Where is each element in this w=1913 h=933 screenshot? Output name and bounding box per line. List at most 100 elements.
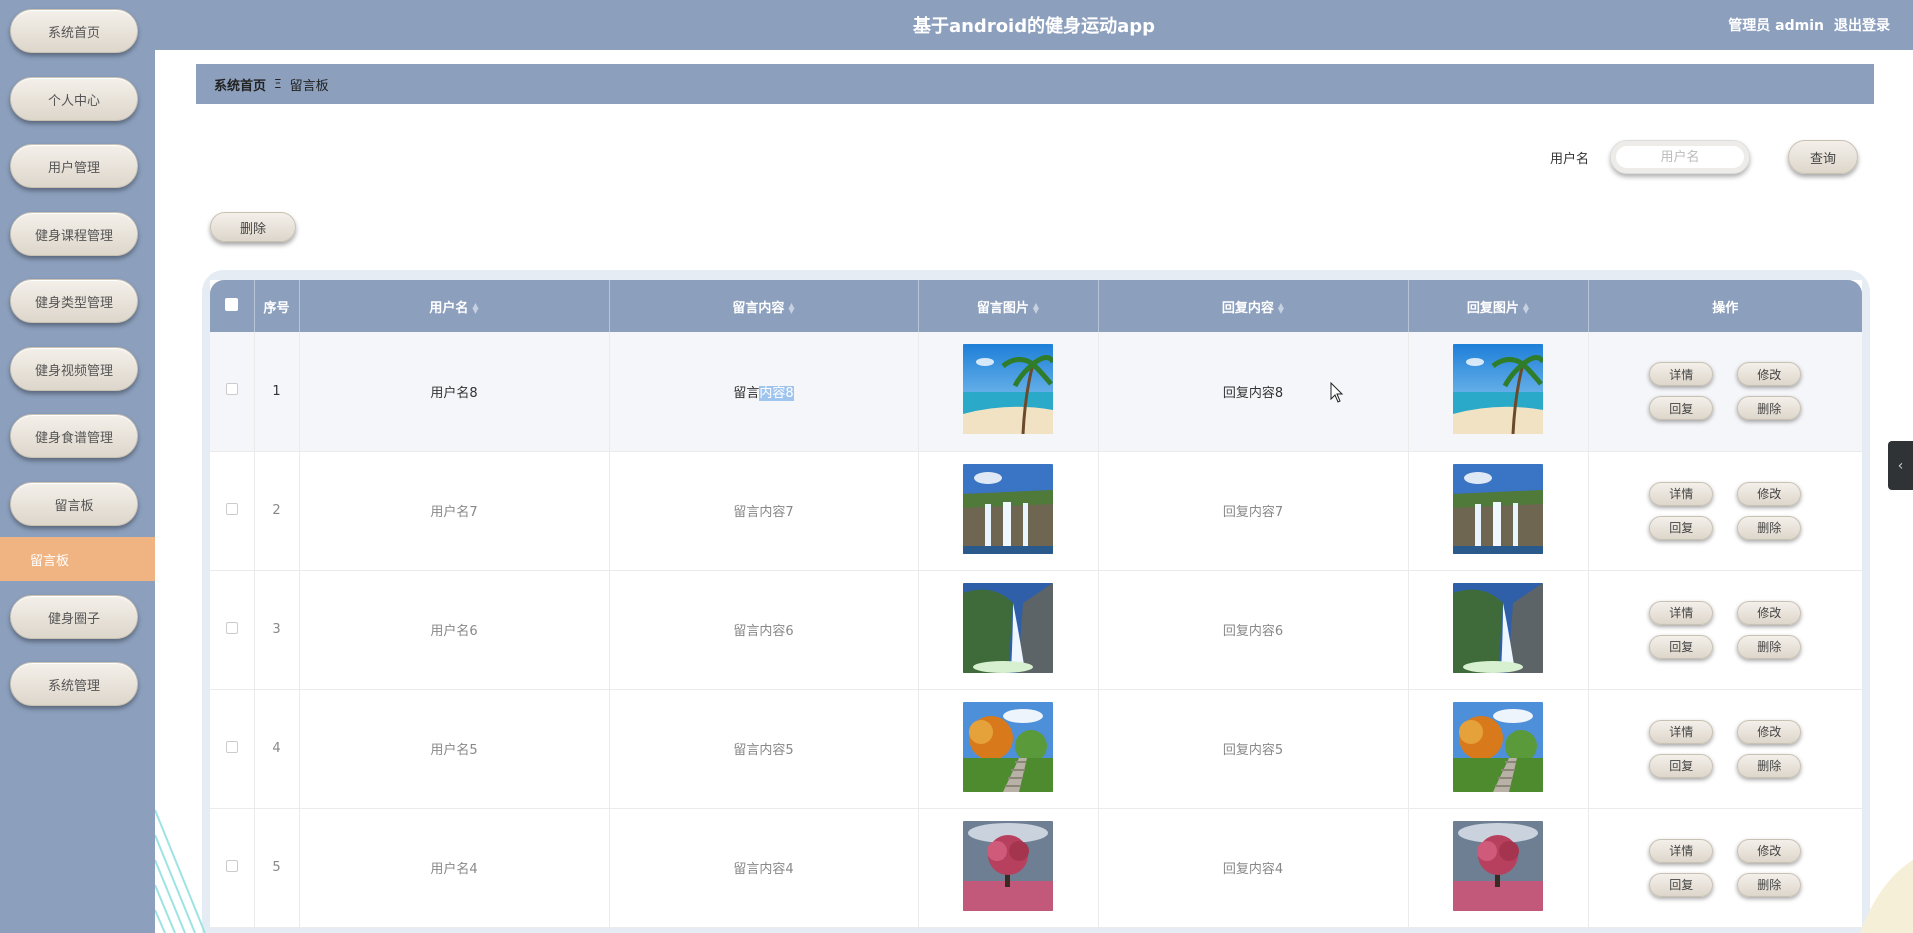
row-select-cell [210, 689, 255, 809]
detail-button[interactable]: 详情 [1649, 838, 1714, 863]
logout-link[interactable]: 退出登录 [1834, 15, 1890, 35]
select-all-checkbox[interactable] [225, 297, 239, 311]
delete-button[interactable]: 删除 [1737, 515, 1802, 540]
row-index: 1 [254, 332, 300, 452]
waterfall-mountain-image[interactable] [963, 582, 1053, 673]
decorative-lines-icon [155, 809, 206, 933]
pink-tree-image[interactable] [963, 820, 1053, 911]
sidebar-subitem-messages-active[interactable]: 留言板 [0, 537, 155, 581]
column-header-reply[interactable]: 回复内容 ▲ ▼ [1098, 280, 1409, 332]
row-message: 留言内容7 [609, 451, 919, 571]
edit-button[interactable]: 修改 [1737, 600, 1802, 625]
sort-icon[interactable]: ▲ ▼ [788, 302, 794, 315]
column-header-message[interactable]: 留言内容 ▲ ▼ [609, 280, 919, 332]
sidebar-item-users[interactable]: 用户管理 [10, 144, 138, 188]
sidebar-item-system[interactable]: 系统管理 [10, 662, 138, 706]
detail-button[interactable]: 详情 [1649, 600, 1714, 625]
table-row: 2 用户名7 留言内容7 回复内容7 详情 修改 回复 删除 [210, 451, 1862, 571]
reply-button[interactable]: 回复 [1649, 515, 1714, 540]
sort-icon[interactable]: ▲ ▼ [1278, 302, 1284, 315]
table-row: 4 用户名5 留言内容5 回复内容5 详情 修改 回复 删除 [210, 689, 1862, 809]
delete-button[interactable]: 删除 [1737, 872, 1802, 897]
query-button[interactable]: 查询 [1788, 140, 1858, 174]
chevron-left-icon[interactable]: ‹ [1888, 441, 1913, 490]
row-reply: 回复内容8 [1098, 332, 1409, 452]
row-reply-image [1408, 451, 1589, 571]
row-message-image [918, 808, 1099, 928]
row-message-image [918, 570, 1099, 690]
app-title: 基于android的健身运动app [912, 16, 1156, 37]
sidebar-item-circles[interactable]: 健身圈子 [10, 595, 138, 639]
edit-button[interactable]: 修改 [1737, 719, 1802, 744]
select-all-header [210, 280, 255, 332]
reply-button[interactable]: 回复 [1649, 634, 1714, 659]
row-checkbox[interactable] [225, 740, 238, 753]
row-checkbox[interactable] [225, 859, 238, 872]
pink-tree-image[interactable] [1453, 820, 1543, 911]
row-checkbox[interactable] [225, 502, 238, 515]
decorative-corner-icon [1860, 860, 1913, 933]
autumn-stairs-image[interactable] [1453, 701, 1543, 792]
sort-icon[interactable]: ▲ ▼ [1523, 302, 1529, 315]
selected-text: 内容8 [759, 385, 794, 401]
edit-button[interactable]: 修改 [1737, 481, 1802, 506]
waterfall-mountain-image[interactable] [1453, 582, 1543, 673]
detail-button[interactable]: 详情 [1649, 362, 1714, 387]
row-message-image [918, 451, 1099, 571]
sidebar-item-profile[interactable]: 个人中心 [10, 77, 138, 121]
waterfall-cliff-image[interactable] [963, 463, 1053, 554]
edit-button[interactable]: 修改 [1737, 838, 1802, 863]
row-select-cell [210, 570, 255, 690]
sidebar-item-types[interactable]: 健身类型管理 [10, 279, 138, 323]
column-header-username[interactable]: 用户名 ▲ ▼ [299, 280, 610, 332]
beach-image[interactable] [963, 344, 1053, 435]
edit-button[interactable]: 修改 [1737, 362, 1802, 387]
row-message: 留言内容5 [609, 689, 919, 809]
sidebar-item-recipes[interactable]: 健身食谱管理 [10, 414, 138, 458]
sidebar-item-home[interactable]: 系统首页 [10, 9, 138, 53]
row-checkbox[interactable] [225, 383, 238, 396]
sidebar-item-videos[interactable]: 健身视频管理 [10, 347, 138, 391]
user-area: 管理员 admin 退出登录 [1728, 15, 1890, 35]
delete-button[interactable]: 删除 [1737, 634, 1802, 659]
row-reply-image [1408, 570, 1589, 690]
bulk-delete-button[interactable]: 删除 [210, 212, 296, 242]
row-index: 3 [254, 570, 300, 690]
row-select-cell [210, 451, 255, 571]
user-name: 管理员 admin [1728, 18, 1824, 34]
row-actions: 详情 修改 回复 删除 [1588, 451, 1862, 571]
reply-button[interactable]: 回复 [1649, 396, 1714, 421]
row-username: 用户名7 [299, 451, 610, 571]
row-username: 用户名8 [299, 332, 610, 452]
breadcrumb-home[interactable]: 系统首页 [214, 75, 266, 94]
row-actions: 详情 修改 回复 删除 [1588, 570, 1862, 690]
row-index: 5 [254, 808, 300, 928]
sort-icon[interactable]: ▲ ▼ [1033, 302, 1039, 315]
column-header-message-image[interactable]: 留言图片 ▲ ▼ [918, 280, 1099, 332]
autumn-stairs-image[interactable] [963, 701, 1053, 792]
reply-button[interactable]: 回复 [1649, 872, 1714, 897]
sidebar-item-courses[interactable]: 健身课程管理 [10, 212, 138, 256]
column-header-index: 序号 [254, 280, 300, 332]
table-row: 3 用户名6 留言内容6 回复内容6 详情 修改 回复 删除 [210, 570, 1862, 690]
row-actions: 详情 修改 回复 删除 [1588, 808, 1862, 928]
row-select-cell [210, 808, 255, 928]
sort-icon[interactable]: ▲ ▼ [472, 302, 478, 315]
breadcrumb: 系统首页 Ξ 留言板 [196, 64, 1874, 104]
column-header-reply-image[interactable]: 回复图片 ▲ ▼ [1408, 280, 1589, 332]
search-label: 用户名 [1550, 152, 1590, 167]
detail-button[interactable]: 详情 [1649, 719, 1714, 744]
row-checkbox[interactable] [225, 621, 238, 634]
reply-button[interactable]: 回复 [1649, 753, 1714, 778]
delete-button[interactable]: 删除 [1737, 753, 1802, 778]
username-search-input[interactable] [1610, 140, 1750, 174]
beach-image[interactable] [1453, 344, 1543, 435]
sidebar-item-messages[interactable]: 留言板 [10, 482, 138, 526]
sidebar: 系统首页 个人中心 用户管理 健身课程管理 健身类型管理 健身视频管理 健身食谱… [0, 0, 155, 933]
row-reply-image [1408, 332, 1589, 452]
delete-button[interactable]: 删除 [1737, 396, 1802, 421]
detail-button[interactable]: 详情 [1649, 481, 1714, 506]
message-table-container: 序号 用户名 ▲ ▼ 留言内容 ▲ ▼ 留言图片 ▲ ▼ 回复内容 ▲ ▼ 回复图片 ▲ ▼ 操作 … [202, 270, 1870, 933]
waterfall-cliff-image[interactable] [1453, 463, 1543, 554]
row-reply: 回复内容5 [1098, 689, 1409, 809]
